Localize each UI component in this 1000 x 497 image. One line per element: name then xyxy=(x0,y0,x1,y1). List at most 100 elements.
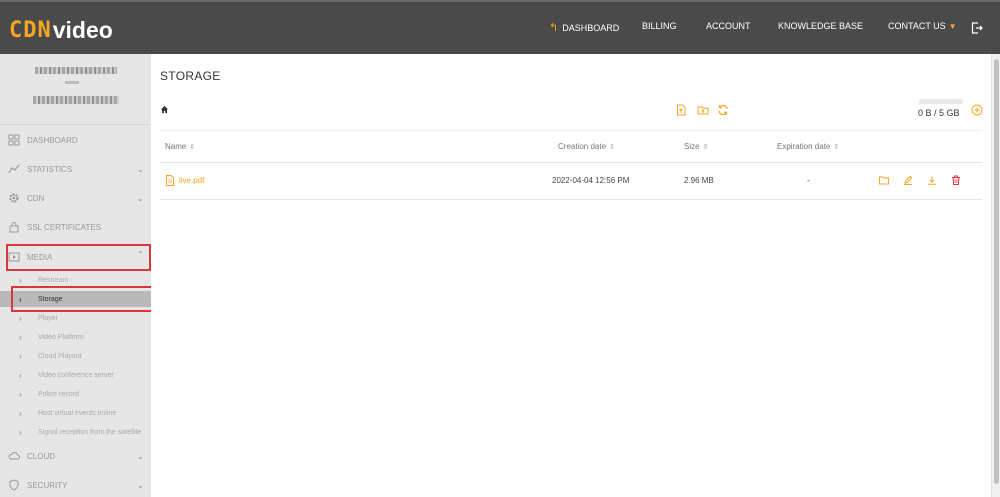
lock-icon xyxy=(9,222,19,233)
sidebar-item-cloud[interactable]: CLOUD ⌄ xyxy=(0,445,151,467)
sidebar-item-dashboard[interactable]: DASHBOARD xyxy=(0,129,151,151)
nav-contact-us-label: CONTACT US xyxy=(888,21,946,31)
file-icon xyxy=(166,175,174,186)
chevron-down-icon: ⌄ xyxy=(137,451,144,461)
delete-icon[interactable] xyxy=(951,175,961,185)
chevron-right-icon: › xyxy=(19,389,22,399)
chevron-down-icon: ⌄ xyxy=(137,193,144,203)
sidebar-item-cdn[interactable]: CDN ⌄ xyxy=(0,187,151,209)
column-header-label: Expiration date xyxy=(777,142,831,151)
chevron-right-icon: › xyxy=(19,427,22,437)
nav-dashboard-label: DASHBOARD xyxy=(562,22,620,33)
file-name-link[interactable]: live.pdf xyxy=(179,176,204,185)
nav-contact-us[interactable]: CONTACT US ▼ xyxy=(888,21,957,31)
upload-file-icon[interactable] xyxy=(675,104,687,116)
add-icon[interactable] xyxy=(971,104,983,116)
storage-quota-text: 0 B / 5 GB xyxy=(918,108,960,118)
sidebar-item-statistics[interactable]: STATISTICS ⌄ xyxy=(0,158,151,180)
nav-billing-label: BILLING xyxy=(642,21,677,31)
sidebar-subitem-signal-reception[interactable]: › Signal reception from the satellite xyxy=(0,424,151,440)
main-content: STORAGE 0 B / 5 GB Name ⇕ Creation date … xyxy=(151,54,991,497)
sidebar-subitem-video-conference-server[interactable]: › Video conference server xyxy=(0,367,151,383)
logout-icon[interactable] xyxy=(971,22,983,34)
user-separator xyxy=(65,81,79,84)
nav-knowledge-base-label: KNOWLEDGE BASE xyxy=(778,21,864,31)
sidebar-item-label: SECURITY xyxy=(27,480,68,490)
sidebar-item-label: CLOUD xyxy=(27,451,56,461)
toolbar-divider xyxy=(160,130,982,131)
highlight-media xyxy=(6,244,151,271)
sidebar-subitem-label: Restream xyxy=(38,276,69,284)
sidebar-subitem-police-record[interactable]: › Police record xyxy=(0,386,151,402)
sidebar-subitem-label: Video Platform xyxy=(38,333,84,341)
sort-icon: ⇕ xyxy=(609,144,615,151)
chevron-right-icon: › xyxy=(19,332,22,342)
nav-account[interactable]: ACCOUNT xyxy=(706,21,751,31)
sidebar-item-label: CDN xyxy=(27,193,45,203)
column-header-size[interactable]: Size ⇕ xyxy=(684,142,708,151)
dashboard-icon xyxy=(8,134,20,146)
top-bar: CDN video ↰ DASHBOARD BILLING ACCOUNT KN… xyxy=(0,0,1000,54)
sidebar-subitem-label: Cloud Playout xyxy=(38,352,82,360)
sidebar-item-label: STATISTICS xyxy=(27,164,73,174)
nav-account-label: ACCOUNT xyxy=(706,21,751,31)
sidebar-divider xyxy=(0,124,151,125)
chevron-right-icon: › xyxy=(19,408,22,418)
file-creation-date: 2022-04-04 12:56 PM xyxy=(552,176,630,185)
scrollbar-thumb[interactable] xyxy=(994,59,999,484)
sidebar-subitem-video-platform[interactable]: › Video Platform xyxy=(0,329,151,345)
column-header-label: Name xyxy=(165,142,187,151)
nav-knowledge-base[interactable]: KNOWLEDGE BASE xyxy=(778,21,863,31)
sort-icon: ⇕ xyxy=(189,144,196,151)
chevron-right-icon: › xyxy=(19,370,22,380)
gear-icon xyxy=(9,193,19,203)
logo[interactable]: CDN video xyxy=(9,17,113,44)
sidebar-subitem-cloud-playout[interactable]: › Cloud Playout xyxy=(0,348,151,364)
sidebar-subitem-label: Player xyxy=(38,314,58,322)
open-folder-icon[interactable] xyxy=(879,175,889,185)
sidebar-subitem-player[interactable]: › Player xyxy=(0,310,151,326)
caret-down-icon: ▼ xyxy=(948,21,957,31)
file-size: 2.96 MB xyxy=(684,176,714,185)
user-name-redacted xyxy=(35,67,117,74)
chevron-right-icon: › xyxy=(19,313,22,323)
statistics-icon xyxy=(8,164,20,174)
sidebar: DASHBOARD STATISTICS ⌄ CDN ⌄ SSL CERTIFI… xyxy=(0,54,151,497)
sort-icon: ⇕ xyxy=(833,144,840,151)
sidebar-item-security[interactable]: SECURITY ⌄ xyxy=(0,474,151,496)
column-header-label: Creation date xyxy=(558,142,607,151)
nav-billing[interactable]: BILLING xyxy=(642,21,677,31)
sidebar-subitem-host-virtual-events[interactable]: › Host virtual events online xyxy=(0,405,151,421)
logo-mark: CDN xyxy=(9,18,52,43)
sidebar-item-label: DASHBOARD xyxy=(27,135,78,145)
sidebar-subitem-label: Signal reception from the satellite xyxy=(38,428,142,436)
sidebar-subitem-label: Video conference server xyxy=(38,371,114,379)
page-title: STORAGE xyxy=(160,69,221,83)
logo-word: video xyxy=(52,17,113,43)
chevron-right-icon: › xyxy=(19,351,22,361)
upload-folder-icon[interactable] xyxy=(697,104,709,116)
table-header-divider xyxy=(160,162,982,163)
user-profile[interactable] xyxy=(0,54,151,124)
nav-dashboard[interactable]: ↰ DASHBOARD xyxy=(549,21,619,34)
file-expiration-date: - xyxy=(807,176,810,185)
user-email-redacted xyxy=(33,96,119,104)
back-arrow-icon: ↰ xyxy=(549,22,559,34)
chevron-down-icon: ⌄ xyxy=(137,164,144,174)
edit-icon[interactable] xyxy=(903,175,913,185)
sidebar-item-label: SSL CERTIFICATES xyxy=(27,222,102,232)
sort-icon: ⇕ xyxy=(702,144,709,151)
column-header-creation-date[interactable]: Creation date ⇕ xyxy=(558,142,615,151)
storage-quota-bar xyxy=(919,99,963,104)
column-header-label: Size xyxy=(684,142,700,151)
chevron-down-icon: ⌄ xyxy=(137,480,144,490)
refresh-icon[interactable] xyxy=(717,104,729,116)
column-header-expiration-date[interactable]: Expiration date ⇕ xyxy=(777,142,839,151)
home-icon[interactable] xyxy=(160,105,169,114)
download-icon[interactable] xyxy=(927,175,937,185)
shield-icon xyxy=(9,479,19,491)
sidebar-item-ssl-certificates[interactable]: SSL CERTIFICATES xyxy=(0,216,151,238)
column-header-name[interactable]: Name ⇕ xyxy=(165,142,195,151)
page-scrollbar[interactable] xyxy=(991,54,1000,497)
table-row-divider xyxy=(160,199,982,200)
